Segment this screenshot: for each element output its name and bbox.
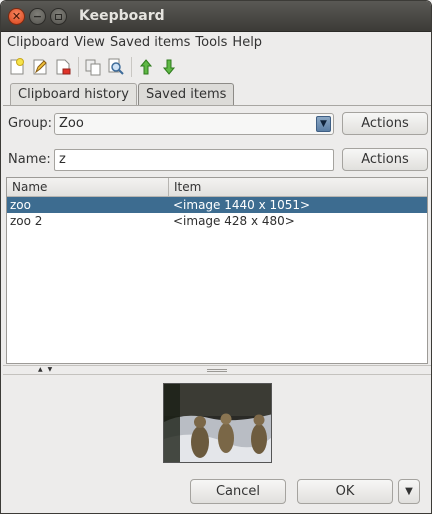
menu-clipboard[interactable]: Clipboard	[7, 35, 69, 50]
tab-clipboard-history[interactable]: Clipboard history	[10, 83, 137, 106]
more-options-button[interactable]: ▼	[398, 479, 420, 504]
tab-saved-items[interactable]: Saved items	[137, 83, 235, 106]
group-label: Group:	[8, 116, 52, 131]
ok-button[interactable]: OK	[297, 479, 393, 504]
search-icon	[108, 58, 124, 75]
chevron-down-icon[interactable]: ▼	[316, 116, 331, 132]
delete-icon	[56, 59, 71, 74]
name-input[interactable]: z	[54, 149, 334, 171]
table-row[interactable]: zoo 2 <image 428 x 480>	[7, 213, 427, 229]
group-actions-button[interactable]: Actions	[342, 112, 428, 135]
chevron-down-icon: ▼	[405, 486, 413, 497]
minimize-window-button[interactable]: −	[29, 8, 46, 25]
toolbar-separator	[131, 56, 132, 77]
image-preview	[163, 383, 272, 463]
menu-tools[interactable]: Tools	[195, 35, 227, 50]
new-item-icon	[10, 57, 24, 74]
new-item-button[interactable]	[6, 56, 28, 78]
row-item-cell: <image 1440 x 1051>	[173, 198, 311, 212]
keepboard-window: ✕ − Keepboard Clipboard View Saved items…	[0, 0, 432, 514]
minimize-icon: −	[32, 10, 43, 23]
meerkats-image	[164, 384, 271, 462]
move-up-icon	[139, 58, 153, 74]
move-up-button[interactable]	[135, 56, 157, 78]
search-button[interactable]	[105, 56, 127, 78]
saved-items-table: Name Item zoo <image 1440 x 1051> zoo 2 …	[6, 177, 428, 364]
row-name-cell: zoo 2	[10, 214, 43, 228]
toolbar	[1, 53, 431, 80]
copy-item-button[interactable]	[82, 56, 104, 78]
table-header: Name Item	[7, 178, 427, 197]
title-bar[interactable]: ✕ − Keepboard	[1, 1, 431, 32]
maximize-icon	[55, 13, 62, 20]
move-down-button[interactable]	[158, 56, 180, 78]
close-icon: ✕	[11, 10, 22, 23]
column-header-name[interactable]: Name	[7, 178, 169, 196]
edit-icon	[33, 59, 47, 74]
delete-item-button[interactable]	[52, 56, 74, 78]
group-select[interactable]: Zoo ▼	[54, 113, 334, 135]
menu-saved-items[interactable]: Saved items	[110, 35, 190, 50]
toolbar-separator	[78, 56, 79, 77]
group-select-value: Zoo	[59, 116, 84, 131]
menu-view[interactable]: View	[74, 35, 105, 50]
tab-bar: Clipboard history Saved items	[10, 83, 235, 106]
menu-help[interactable]: Help	[232, 35, 262, 50]
table-row[interactable]: zoo <image 1440 x 1051>	[7, 197, 427, 213]
edit-item-button[interactable]	[29, 56, 51, 78]
row-item-cell: <image 428 x 480>	[173, 214, 295, 228]
cancel-button[interactable]: Cancel	[190, 479, 286, 504]
move-down-icon	[162, 59, 176, 75]
row-name-cell: zoo	[10, 198, 31, 212]
close-window-button[interactable]: ✕	[8, 8, 25, 25]
collapse-arrows-icon[interactable]: ▲▼	[38, 366, 57, 373]
split-pane-divider[interactable]: ▲▼	[3, 365, 431, 375]
copy-icon	[85, 59, 101, 75]
column-header-item[interactable]: Item	[169, 178, 427, 196]
name-actions-button[interactable]: Actions	[342, 148, 428, 171]
name-label: Name:	[8, 152, 51, 167]
menu-bar: Clipboard View Saved items Tools Help	[1, 32, 431, 53]
maximize-window-button[interactable]	[50, 8, 67, 25]
drag-handle-icon[interactable]	[207, 369, 227, 372]
window-title: Keepboard	[79, 8, 165, 24]
